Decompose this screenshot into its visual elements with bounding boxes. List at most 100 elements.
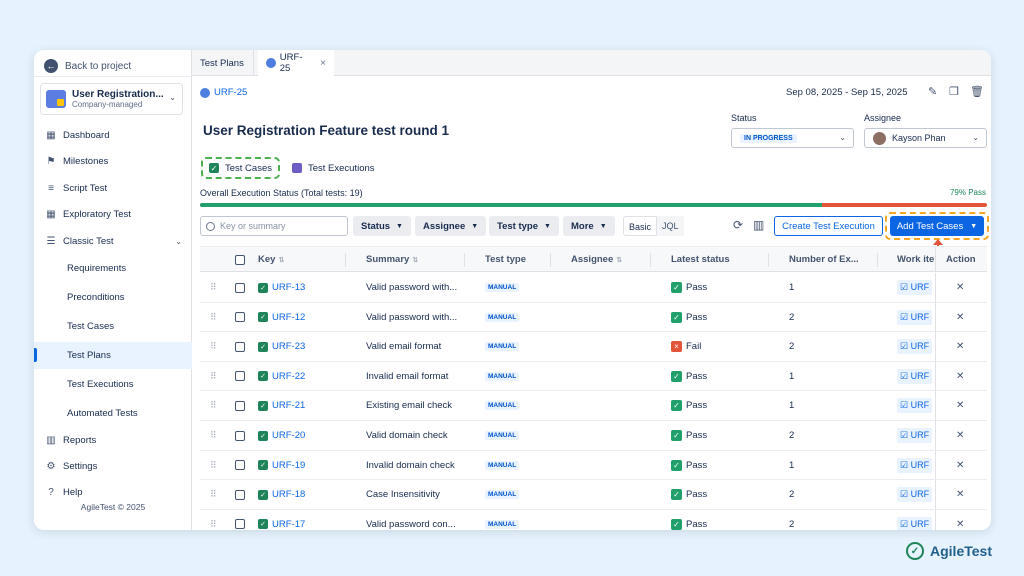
remove-icon[interactable]: ✕ <box>956 273 964 302</box>
key-link[interactable]: ✓ URF-19 <box>258 451 305 480</box>
column-key[interactable]: Key ⇅ <box>258 247 284 273</box>
row-checkbox[interactable] <box>235 489 245 500</box>
remove-icon[interactable]: ✕ <box>956 332 964 361</box>
column-latest-status[interactable]: Latest status <box>671 247 730 273</box>
key-link[interactable]: ✓ URF-17 <box>258 510 305 530</box>
drag-handle-icon[interactable]: ⠿ <box>210 282 217 293</box>
drag-handle-icon[interactable]: ⠿ <box>210 371 217 382</box>
close-icon[interactable]: × <box>320 58 326 69</box>
work-item-link[interactable]: ☑ URF <box>897 309 933 325</box>
jql-mode-button[interactable]: JQL <box>657 216 684 236</box>
basic-mode-button[interactable]: Basic <box>623 216 658 236</box>
more-filter[interactable]: More ▼ <box>563 216 615 236</box>
table-row[interactable]: ⠿ ✓ URF-20 Valid domain check MANUAL ✓ Pass 2 ☑ … <box>200 421 987 451</box>
table-row[interactable]: ⠿ ✓ URF-12 Valid password with... MANUAL ✓ Pas… <box>200 302 987 333</box>
drag-handle-icon[interactable]: ⠿ <box>210 400 217 411</box>
tab-urf-25[interactable]: URF-25 × <box>258 50 334 77</box>
sidebar-item-automated-tests[interactable]: Automated Tests <box>34 400 192 426</box>
select-all-checkbox[interactable] <box>235 247 245 273</box>
remove-icon[interactable]: ✕ <box>956 421 964 450</box>
sidebar-item-script-test[interactable]: ≡ Script Test <box>34 175 192 201</box>
status-select[interactable]: IN PROGRESS ⌄ <box>731 128 854 148</box>
work-item-link[interactable]: ☑ URF <box>897 457 933 473</box>
remove-icon[interactable]: ✕ <box>956 391 964 420</box>
sidebar-item-classic-test[interactable]: ☰ Classic Test ⌄ <box>34 228 192 254</box>
sidebar-item-dashboard[interactable]: ▦ Dashboard <box>34 122 192 148</box>
row-checkbox[interactable] <box>235 519 245 530</box>
sidebar-item-requirements[interactable]: Requirements <box>34 255 192 281</box>
assignee-select[interactable]: Kayson Phan ⌄ <box>864 128 987 148</box>
table-row[interactable]: ⠿ ✓ URF-21 Existing email check MANUAL ✓ Pass 1… <box>200 391 987 421</box>
sidebar-item-help[interactable]: ? Help <box>34 480 192 498</box>
key-link[interactable]: ✓ URF-18 <box>258 480 305 509</box>
project-switcher[interactable]: User Registration... Company-managed ⌄ <box>40 83 183 115</box>
key-link[interactable]: ✓ URF-21 <box>258 391 305 420</box>
column-work-item[interactable]: Work ite <box>897 247 935 273</box>
work-item-link[interactable]: ☑ URF <box>897 368 933 384</box>
drag-handle-icon[interactable]: ⠿ <box>210 430 217 441</box>
work-item-link[interactable]: ☑ URF <box>897 428 933 443</box>
sidebar-item-settings[interactable]: ⚙ Settings <box>34 453 192 479</box>
copy-icon[interactable]: ❐ <box>949 85 959 98</box>
row-checkbox[interactable] <box>235 312 245 323</box>
row-checkbox[interactable] <box>235 430 245 441</box>
column-assignee[interactable]: Assignee ⇅ <box>571 247 622 273</box>
drag-handle-icon[interactable]: ⠿ <box>210 519 217 530</box>
work-item-link[interactable]: ☑ URF <box>897 487 933 503</box>
remove-icon[interactable]: ✕ <box>956 480 964 509</box>
row-checkbox[interactable] <box>235 460 245 471</box>
column-number-of-executions[interactable]: Number of Ex... <box>789 247 859 273</box>
key-link[interactable]: ✓ URF-23 <box>258 332 305 361</box>
columns-icon[interactable]: ▥ <box>753 218 764 232</box>
sidebar-item-reports[interactable]: ▥ Reports <box>34 427 192 453</box>
column-test-type[interactable]: Test type <box>485 247 526 273</box>
row-checkbox[interactable] <box>235 371 245 382</box>
row-checkbox[interactable] <box>235 282 245 293</box>
table-row[interactable]: ⠿ ✓ URF-23 Valid email format MANUAL × Fail 2 ☑ … <box>200 332 987 362</box>
key-link[interactable]: ✓ URF-12 <box>258 303 305 332</box>
table-row[interactable]: ⠿ ✓ URF-13 Valid password with... MANUAL ✓ Pas… <box>200 273 987 303</box>
sidebar-item-milestones[interactable]: ⚑ Milestones <box>34 148 192 174</box>
table-row[interactable]: ⠿ ✓ URF-17 Valid password con... MANUAL ✓ Pass… <box>200 509 987 530</box>
edit-icon[interactable]: ✎ <box>928 85 937 98</box>
create-test-execution-button[interactable]: Create Test Execution <box>774 216 883 236</box>
drag-handle-icon[interactable]: ⠿ <box>210 460 217 471</box>
column-summary[interactable]: Summary ⇅ <box>366 247 418 273</box>
work-item-link[interactable]: ☑ URF <box>897 339 933 355</box>
drag-handle-icon[interactable]: ⠿ <box>210 312 217 323</box>
search-input[interactable]: Key or summary <box>200 216 348 236</box>
add-test-cases-button[interactable]: Add Test Cases ▼ <box>890 216 984 236</box>
tab-test-plans[interactable]: Test Plans <box>192 50 254 76</box>
status-filter[interactable]: Status ▼ <box>353 216 411 236</box>
sidebar-item-test-plans[interactable]: Test Plans <box>34 342 192 369</box>
table-row[interactable]: ⠿ ✓ URF-19 Invalid domain check MANUAL ✓ Pass 1… <box>200 450 987 481</box>
trash-icon[interactable]: 🗑 <box>970 85 984 98</box>
sidebar-item-test-cases[interactable]: Test Cases <box>34 313 192 339</box>
sidebar-item-preconditions[interactable]: Preconditions <box>34 284 192 310</box>
assignee-filter[interactable]: Assignee ▼ <box>415 216 487 236</box>
work-item-link[interactable]: ☑ URF <box>897 516 933 530</box>
remove-icon[interactable]: ✕ <box>956 451 964 480</box>
back-to-project-link[interactable]: ← Back to project <box>44 56 131 76</box>
remove-icon[interactable]: ✕ <box>956 362 964 391</box>
sidebar-item-exploratory-test[interactable]: ▦ Exploratory Test <box>34 201 192 227</box>
row-checkbox[interactable] <box>235 341 245 352</box>
key-link[interactable]: ✓ URF-20 <box>258 421 305 450</box>
table-row[interactable]: ⠿ ✓ URF-18 Case Insensitivity MANUAL ✓ Pass 2 ☑ … <box>200 480 987 510</box>
tab-test-executions[interactable]: Test Executions <box>286 157 381 179</box>
refresh-icon[interactable]: ⟳ <box>733 218 743 232</box>
work-item-link[interactable]: ☑ URF <box>897 398 933 414</box>
row-checkbox[interactable] <box>235 400 245 411</box>
work-item-link[interactable]: ☑ URF <box>897 280 933 295</box>
drag-handle-icon[interactable]: ⠿ <box>210 341 217 352</box>
drag-handle-icon[interactable]: ⠿ <box>210 489 217 500</box>
sidebar-item-test-executions[interactable]: Test Executions <box>34 371 192 397</box>
test-type-filter[interactable]: Test type ▼ <box>489 216 559 236</box>
breadcrumb[interactable]: URF-25 <box>200 87 247 98</box>
remove-icon[interactable]: ✕ <box>956 303 964 332</box>
key-link[interactable]: ✓ URF-13 <box>258 273 305 302</box>
table-row[interactable]: ⠿ ✓ URF-22 Invalid email format MANUAL ✓ Pass 1… <box>200 361 987 392</box>
tab-test-cases[interactable]: ✓ Test Cases <box>201 157 280 179</box>
remove-icon[interactable]: ✕ <box>956 510 964 530</box>
key-link[interactable]: ✓ URF-22 <box>258 362 305 391</box>
